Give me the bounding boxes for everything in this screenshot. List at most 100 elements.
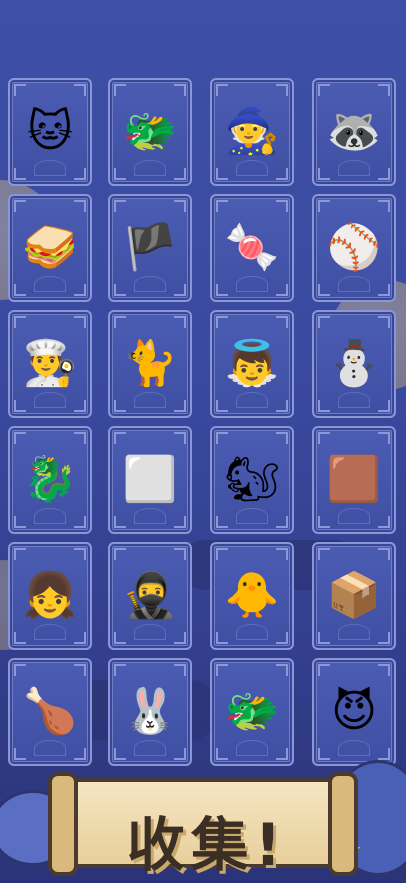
character-card-knight-cat[interactable]: 🐱 (8, 78, 92, 186)
card-emblem (236, 624, 268, 640)
card-corner (216, 548, 228, 560)
character-card-cube-cat[interactable]: ⬜ (108, 426, 192, 534)
card-corner (74, 632, 86, 644)
card-emblem (236, 276, 268, 292)
card-corner (216, 432, 228, 444)
dragon-cat-icon: 🐲 (122, 106, 178, 157)
character-card-angel-knight-cat[interactable]: 👼 (210, 310, 294, 418)
card-corner (114, 200, 126, 212)
card-corner (74, 284, 86, 296)
card-corner (174, 200, 186, 212)
character-card-white-cat[interactable]: 🐈 (108, 310, 192, 418)
character-card-block-cat[interactable]: 🟫 (312, 426, 396, 534)
character-card-chef-cat[interactable]: 👨‍🍳 (8, 310, 92, 418)
character-card-chick-cat[interactable]: 🐥 (210, 542, 294, 650)
card-corner (74, 516, 86, 528)
card-emblem (34, 392, 66, 408)
ninja-cat-icon: 🥷 (122, 570, 178, 621)
card-emblem (34, 276, 66, 292)
card-corner (114, 748, 126, 760)
card-corner (14, 664, 26, 676)
card-corner (174, 748, 186, 760)
card-emblem (134, 276, 166, 292)
chick-cat-icon: 🐥 (224, 570, 280, 621)
card-corner (74, 432, 86, 444)
card-corner (174, 284, 186, 296)
character-card-sandwich-cat[interactable]: 🥪 (8, 194, 92, 302)
card-corner (276, 632, 288, 644)
card-corner (318, 316, 330, 328)
scroll-roll-right (328, 772, 358, 876)
card-corner (14, 200, 26, 212)
character-card-devil-cat[interactable]: 😈 (312, 658, 396, 766)
box-cat-icon: 📦 (326, 570, 382, 621)
character-card-ninja-cat[interactable]: 🥷 (108, 542, 192, 650)
card-corner (74, 200, 86, 212)
card-corner (114, 516, 126, 528)
character-card-snowman-cat[interactable]: ⛄ (312, 310, 396, 418)
character-card-sea-dragon-cat[interactable]: 🐲 (210, 658, 294, 766)
character-card-mage-cat[interactable]: 🧙 (210, 78, 294, 186)
card-corner (216, 284, 228, 296)
card-corner (378, 168, 390, 180)
card-corner (276, 432, 288, 444)
character-card-squirrel-cat[interactable]: 🐿 (210, 426, 294, 534)
card-corner (14, 284, 26, 296)
bunny-cat-icon: 🐰 (122, 686, 178, 737)
card-corner (378, 748, 390, 760)
card-emblem (338, 740, 370, 756)
card-corner (276, 84, 288, 96)
card-corner (276, 200, 288, 212)
character-card-box-cat[interactable]: 📦 (312, 542, 396, 650)
card-corner (14, 748, 26, 760)
card-corner (378, 632, 390, 644)
card-corner (378, 316, 390, 328)
card-corner (276, 168, 288, 180)
card-corner (74, 168, 86, 180)
card-corner (276, 516, 288, 528)
card-corner (378, 516, 390, 528)
card-emblem (34, 508, 66, 524)
character-card-blue-dragon-cat[interactable]: 🐉 (8, 426, 92, 534)
cotton-candy-cat-icon: 🍬 (224, 222, 280, 273)
character-card-raccoon-cat[interactable]: 🦝 (312, 78, 396, 186)
card-corner (318, 432, 330, 444)
squirrel-cat-icon: 🐿 (224, 454, 280, 505)
card-corner (174, 168, 186, 180)
card-corner (378, 400, 390, 412)
card-corner (14, 632, 26, 644)
card-corner (216, 400, 228, 412)
blue-dragon-cat-icon: 🐉 (22, 454, 78, 505)
banner-title: 收集! (126, 811, 288, 879)
card-corner (174, 548, 186, 560)
card-corner (174, 432, 186, 444)
card-emblem (338, 392, 370, 408)
character-card-dragon-cat[interactable]: 🐲 (108, 78, 192, 186)
card-corner (14, 548, 26, 560)
card-corner (74, 316, 86, 328)
card-corner (276, 748, 288, 760)
card-corner (276, 400, 288, 412)
snowman-cat-icon: ⛄ (326, 338, 382, 389)
card-corner (74, 664, 86, 676)
card-corner (14, 516, 26, 528)
character-card-baseball-cat[interactable]: ⚾ (312, 194, 396, 302)
character-card-twins-cat[interactable]: 👧 (8, 542, 92, 650)
card-corner (318, 516, 330, 528)
character-card-roast-turkey-cat[interactable]: 🍗 (8, 658, 92, 766)
card-corner (174, 316, 186, 328)
card-emblem (236, 160, 268, 176)
collect-banner: 收集! (48, 772, 358, 879)
card-corner (378, 548, 390, 560)
card-corner (14, 168, 26, 180)
character-card-bunny-cat[interactable]: 🐰 (108, 658, 192, 766)
card-corner (276, 316, 288, 328)
devil-cat-icon: 😈 (331, 686, 377, 737)
card-corner (378, 284, 390, 296)
card-corner (114, 84, 126, 96)
card-emblem (338, 160, 370, 176)
card-emblem (134, 160, 166, 176)
character-card-cotton-candy-cat[interactable]: 🍬 (210, 194, 294, 302)
card-corner (318, 200, 330, 212)
character-card-pirate-cat[interactable]: 🏴 (108, 194, 192, 302)
